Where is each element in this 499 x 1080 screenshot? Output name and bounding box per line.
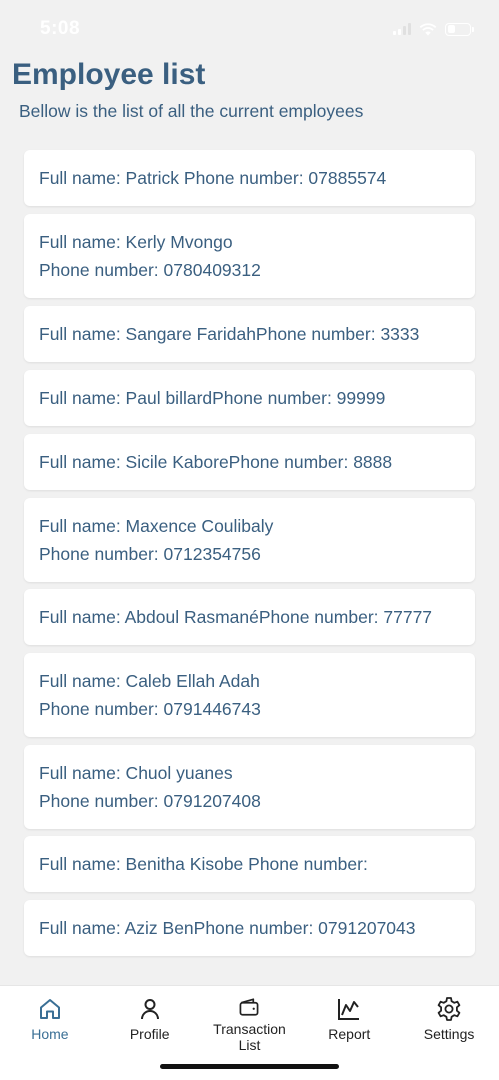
employee-card[interactable]: Full name: Maxence Coulibaly Phone numbe… bbox=[24, 498, 475, 582]
chart-icon bbox=[338, 999, 360, 1020]
employee-line-1: Full name: Maxence Coulibaly bbox=[39, 516, 274, 536]
employee-card[interactable]: Full name: Sangare FaridahPhone number: … bbox=[24, 306, 475, 362]
employee-line-2: Phone number: 0712354756 bbox=[39, 544, 261, 564]
page-title: Employee list bbox=[12, 58, 206, 91]
employee-line-1: Full name: Aziz BenPhone number: 0791207… bbox=[39, 918, 416, 938]
person-icon bbox=[140, 999, 159, 1020]
nav-label-home: Home bbox=[31, 1026, 69, 1042]
employee-card[interactable]: Full name: Kerly Mvongo Phone number: 07… bbox=[24, 214, 475, 298]
cellular-signal-icon bbox=[393, 23, 411, 35]
nav-item-settings[interactable]: Settings bbox=[404, 995, 494, 1042]
employee-line-1: Full name: Caleb Ellah Adah bbox=[39, 671, 260, 691]
employee-line-1: Full name: Sangare FaridahPhone number: … bbox=[39, 324, 420, 344]
employee-line-1: Full name: Abdoul RasmanéPhone number: 7… bbox=[39, 607, 433, 627]
battery-icon bbox=[445, 22, 474, 36]
employee-line-1: Full name: Chuol yuanes bbox=[39, 763, 233, 783]
employee-line-1: Full name: Paul billardPhone number: 999… bbox=[39, 388, 386, 408]
nav-item-report[interactable]: Report bbox=[304, 995, 394, 1042]
gear-icon bbox=[437, 997, 461, 1021]
status-bar: 5:08 bbox=[0, 0, 499, 58]
employee-card[interactable]: Full name: Benitha Kisobe Phone number: bbox=[24, 836, 475, 892]
employee-card[interactable]: Full name: Aziz BenPhone number: 0791207… bbox=[24, 900, 475, 956]
status-icons bbox=[393, 22, 474, 36]
wallet-icon bbox=[240, 998, 259, 1016]
nav-label-transaction-list: Transaction List bbox=[213, 1021, 286, 1053]
employee-card[interactable]: Full name: Patrick Phone number: 0788557… bbox=[24, 150, 475, 206]
employee-card[interactable]: Full name: Chuol yuanes Phone number: 07… bbox=[24, 745, 475, 829]
employee-line-1: Full name: Sicile KaborePhone number: 88… bbox=[39, 452, 393, 472]
employee-card[interactable]: Full name: Caleb Ellah Adah Phone number… bbox=[24, 653, 475, 737]
page-subtitle: Bellow is the list of all the current em… bbox=[19, 101, 364, 121]
home-icon bbox=[39, 999, 60, 1019]
employee-card[interactable]: Full name: Abdoul RasmanéPhone number: 7… bbox=[24, 589, 475, 645]
employee-line-1: Full name: Benitha Kisobe Phone number: bbox=[39, 854, 368, 874]
employee-card[interactable]: Full name: Paul billardPhone number: 999… bbox=[24, 370, 475, 426]
employee-list-screen: 5:08 Employee list Bellow is the list of… bbox=[0, 0, 499, 1080]
nav-label-settings: Settings bbox=[423, 1026, 475, 1042]
employee-line-1: Full name: Kerly Mvongo bbox=[39, 232, 233, 252]
employee-line-2: Phone number: 0791446743 bbox=[39, 699, 261, 719]
home-indicator bbox=[160, 1064, 339, 1069]
employee-line-2: Phone number: 0791207408 bbox=[39, 791, 261, 811]
employee-line-1: Full name: Patrick Phone number: 0788557… bbox=[39, 168, 387, 188]
nav-item-transaction-list[interactable]: Transaction List bbox=[204, 995, 294, 1053]
nav-item-home[interactable]: Home bbox=[5, 995, 95, 1042]
nav-label-report: Report bbox=[328, 1026, 371, 1042]
status-time: 5:08 bbox=[40, 18, 81, 39]
employee-line-2: Phone number: 0780409312 bbox=[39, 260, 261, 280]
employee-card[interactable]: Full name: Sicile KaborePhone number: 88… bbox=[24, 434, 475, 490]
wifi-icon bbox=[419, 22, 437, 35]
nav-label-profile: Profile bbox=[129, 1026, 170, 1042]
nav-item-profile[interactable]: Profile bbox=[105, 995, 195, 1042]
